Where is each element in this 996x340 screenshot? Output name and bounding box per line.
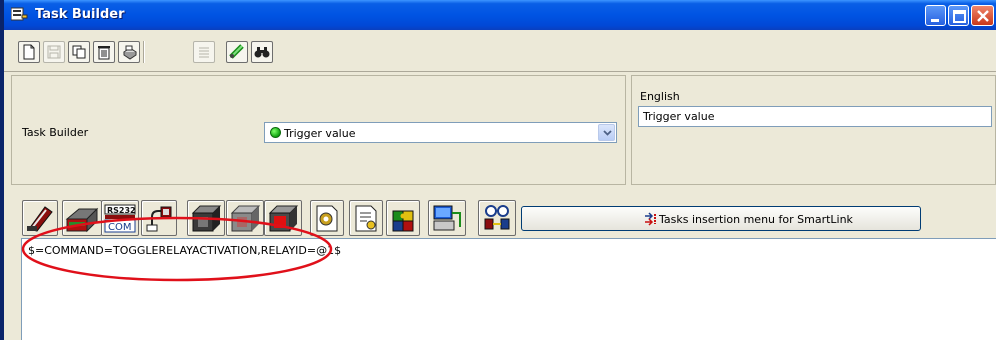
delete-button[interactable] xyxy=(93,41,115,63)
copy-icon xyxy=(72,45,86,59)
trigger-select[interactable]: Trigger value xyxy=(264,122,617,143)
new-document-icon xyxy=(23,44,35,60)
language-panel xyxy=(631,75,996,185)
close-icon xyxy=(977,10,989,22)
maximize-button[interactable] xyxy=(948,5,969,26)
document-arrow-icon xyxy=(355,205,377,232)
computer-network-button[interactable] xyxy=(428,200,466,236)
title-bar[interactable]: Task Builder xyxy=(4,0,996,30)
list-icon xyxy=(199,47,209,58)
link-check-icon xyxy=(229,44,244,59)
document-arrow-button[interactable] xyxy=(349,200,383,236)
print-button[interactable] xyxy=(118,41,140,63)
tasks-insertion-menu-button[interactable]: Tasks insertion menu for SmartLink xyxy=(521,206,921,231)
task-builder-label: Task Builder xyxy=(22,126,89,139)
minimize-icon xyxy=(931,19,939,22)
camera-connection-icon xyxy=(484,205,510,230)
puzzle-button[interactable] xyxy=(386,200,420,236)
tasks-insertion-label: Tasks insertion menu for SmartLink xyxy=(659,213,853,226)
new-document-button[interactable] xyxy=(18,41,40,63)
app-icon xyxy=(10,7,28,23)
status-dot-icon xyxy=(270,127,281,138)
print-icon xyxy=(123,45,137,60)
copy-button[interactable] xyxy=(68,41,90,63)
language-label: English xyxy=(640,90,680,103)
find-button[interactable] xyxy=(251,41,273,63)
find-binoculars-icon xyxy=(254,47,270,58)
main-toolbar xyxy=(4,30,996,72)
save-button[interactable] xyxy=(43,41,65,63)
task-builder-window: Task Builder Task Builder Trigger value … xyxy=(0,0,996,340)
minimize-button[interactable] xyxy=(925,5,946,26)
chevron-down-icon xyxy=(603,130,612,136)
link-check-button[interactable] xyxy=(226,41,248,63)
puzzle-icon xyxy=(392,210,414,232)
maximize-icon xyxy=(953,10,966,23)
list-button[interactable] xyxy=(193,41,215,63)
toolbar-separator xyxy=(143,41,145,63)
trigger-select-value: Trigger value xyxy=(284,127,356,140)
annotation-ellipse xyxy=(21,216,333,282)
delete-trash-icon xyxy=(98,46,110,60)
window-title: Task Builder xyxy=(35,7,125,22)
language-value-field[interactable]: Trigger value xyxy=(638,106,992,127)
computer-network-icon xyxy=(433,205,461,231)
insertion-arrows-icon xyxy=(645,212,656,226)
save-icon xyxy=(47,45,61,59)
camera-connection-button[interactable] xyxy=(478,200,516,236)
dropdown-arrow-button[interactable] xyxy=(598,124,615,141)
close-button[interactable] xyxy=(971,5,994,26)
